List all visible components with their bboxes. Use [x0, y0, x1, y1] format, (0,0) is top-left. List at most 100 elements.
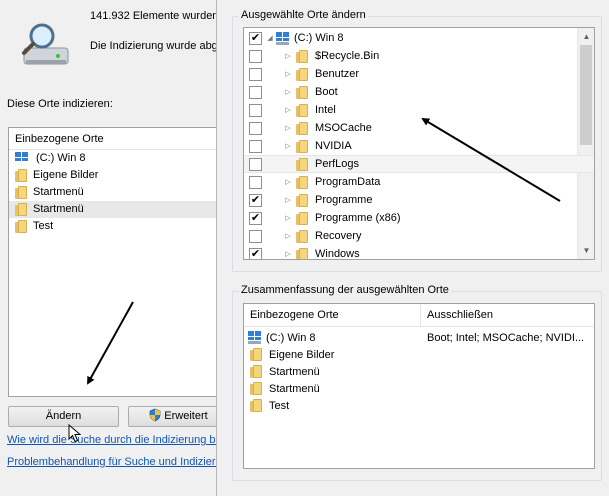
- tree-row[interactable]: PerfLogs: [244, 155, 594, 173]
- folder-icon: [250, 399, 264, 412]
- search-help-link[interactable]: Wie wird die Suche durch die Indizierung…: [7, 434, 216, 446]
- expand-arrow-icon[interactable]: ▷: [282, 124, 294, 132]
- summary-row[interactable]: (C:) Win 8 Boot; Intel; MSOCache; NVIDI..…: [244, 329, 594, 346]
- tree-item-label: PerfLogs: [315, 158, 360, 170]
- list-item[interactable]: Eigene Bilder: [9, 167, 216, 184]
- expand-arrow-icon[interactable]: ▷: [282, 232, 294, 240]
- tree-row[interactable]: ▷ Benutzer: [244, 65, 594, 83]
- folder-icon: [15, 186, 29, 199]
- expand-arrow-icon[interactable]: ▷: [282, 178, 294, 186]
- folder-icon: [296, 211, 310, 225]
- folder-icon: [296, 121, 310, 135]
- included-locations-list: Einbezogene Orte (C:) Win 8 Eigene Bilde…: [8, 127, 216, 397]
- included-location: Startmenü: [269, 382, 320, 395]
- troubleshoot-link[interactable]: Problembehandlung für Suche und Indizier…: [7, 456, 216, 468]
- checkbox[interactable]: [249, 139, 262, 153]
- expand-arrow-icon[interactable]: ▷: [282, 70, 294, 78]
- tree-row[interactable]: ✔ ▷ Programme: [244, 191, 594, 209]
- group-title: Zusammenfassung der ausgewählten Orte: [239, 284, 451, 296]
- folder-icon: [296, 175, 310, 189]
- checkbox[interactable]: ✔: [249, 193, 262, 207]
- checkbox[interactable]: [249, 49, 262, 63]
- included-location: Test: [269, 399, 290, 412]
- checkbox[interactable]: [249, 85, 262, 99]
- tree-item-label: Benutzer: [315, 68, 360, 80]
- included-location: (C:) Win 8: [266, 331, 316, 344]
- folder-icon: [296, 193, 310, 207]
- summary-row[interactable]: Eigene Bilder: [244, 346, 594, 363]
- checkbox[interactable]: ✔: [249, 31, 262, 45]
- folder-icon: [296, 103, 310, 117]
- mouse-pointer-icon: [68, 424, 82, 443]
- list-item[interactable]: (C:) Win 8: [9, 150, 216, 167]
- checkbox[interactable]: ✔: [249, 211, 262, 225]
- indexed-items-count: 141.932 Elemente wurden: [90, 10, 216, 22]
- checkbox[interactable]: [249, 67, 262, 81]
- expand-arrow-icon[interactable]: ▷: [282, 196, 294, 204]
- collapse-arrow-icon[interactable]: ◢: [264, 34, 276, 42]
- tree-row[interactable]: ▷ ProgramData: [244, 173, 594, 191]
- expand-arrow-icon[interactable]: ▷: [282, 250, 294, 258]
- list-header: Einbezogene Orte: [9, 128, 216, 150]
- tree-item-label: $Recycle.Bin: [315, 50, 380, 62]
- expand-arrow-icon[interactable]: ▷: [282, 214, 294, 222]
- folder-icon: [250, 348, 264, 361]
- expand-arrow-icon[interactable]: ▷: [282, 88, 294, 96]
- summary-row[interactable]: Startmenü: [244, 380, 594, 397]
- uac-shield-icon: [149, 408, 161, 422]
- tree-item-label: Recovery: [315, 230, 362, 242]
- tree-row[interactable]: ✔ ▷ Windows: [244, 245, 594, 260]
- expand-arrow-icon[interactable]: ▷: [282, 106, 294, 114]
- column-header-excluded[interactable]: Ausschließen: [421, 304, 493, 326]
- advanced-button[interactable]: Erweitert: [128, 406, 216, 427]
- index-locations-label: Diese Orte indizieren:: [7, 98, 113, 110]
- tree-row[interactable]: ✔ ◢ (C:) Win 8: [244, 29, 594, 47]
- tree-item-label: Boot: [315, 86, 338, 98]
- list-item[interactable]: Startmenü: [9, 201, 216, 218]
- summary-row[interactable]: Startmenü: [244, 363, 594, 380]
- tree-row[interactable]: ▷ $Recycle.Bin: [244, 47, 594, 65]
- windows-drive-icon: [276, 31, 290, 45]
- summary-header: Einbezogene Orte Ausschließen: [244, 304, 594, 327]
- tree-item-label: MSOCache: [315, 122, 372, 134]
- summary-table: Einbezogene Orte Ausschließen (C:) Win 8…: [243, 303, 595, 469]
- tree-row[interactable]: ▷ Intel: [244, 101, 594, 119]
- tree-item-label: Windows: [315, 248, 360, 260]
- checkbox[interactable]: [249, 157, 262, 171]
- folder-icon: [296, 67, 310, 81]
- folder-icon: [250, 365, 264, 378]
- tree-item-label: Intel: [315, 104, 336, 116]
- included-location: Startmenü: [269, 365, 320, 378]
- checkbox[interactable]: ✔: [249, 247, 262, 259]
- change-button[interactable]: Ändern: [8, 406, 119, 427]
- tree-row[interactable]: ▷ Boot: [244, 83, 594, 101]
- tree-item-label: ProgramData: [315, 176, 381, 188]
- folder-icon: [296, 229, 310, 243]
- indexing-status-text: Die Indizierung wurde abg: [90, 40, 216, 52]
- folder-icon: [15, 169, 29, 182]
- summary-row[interactable]: Test: [244, 397, 594, 414]
- expand-arrow-icon[interactable]: ▷: [282, 142, 294, 150]
- tree-item-label: Programme (x86): [315, 212, 401, 224]
- location-tree: ▲ ▼ ✔ ◢ (C:) Win 8 ▷ $Recycle.Bin ▷ Benutzer ▷ B…: [243, 27, 595, 260]
- tree-row[interactable]: ▷ NVIDIA: [244, 137, 594, 155]
- windows-drive-icon: [248, 331, 262, 344]
- folder-icon: [296, 49, 310, 63]
- checkbox[interactable]: [249, 103, 262, 117]
- folder-icon: [15, 220, 29, 233]
- magnifier-drive-icon: [22, 23, 69, 65]
- windows-drive-icon: [15, 152, 29, 165]
- tree-row[interactable]: ✔ ▷ Programme (x86): [244, 209, 594, 227]
- folder-icon: [296, 247, 310, 259]
- expand-arrow-icon[interactable]: ▷: [282, 52, 294, 60]
- column-header-included[interactable]: Einbezogene Orte: [244, 304, 421, 326]
- tree-item-label: (C:) Win 8: [294, 32, 344, 44]
- tree-row[interactable]: ▷ MSOCache: [244, 119, 594, 137]
- list-item[interactable]: Startmenü: [9, 184, 216, 201]
- tree-row[interactable]: ▷ Recovery: [244, 227, 594, 245]
- checkbox[interactable]: [249, 121, 262, 135]
- folder-icon: [250, 382, 264, 395]
- checkbox[interactable]: [249, 229, 262, 243]
- checkbox[interactable]: [249, 175, 262, 189]
- list-item[interactable]: Test: [9, 218, 216, 235]
